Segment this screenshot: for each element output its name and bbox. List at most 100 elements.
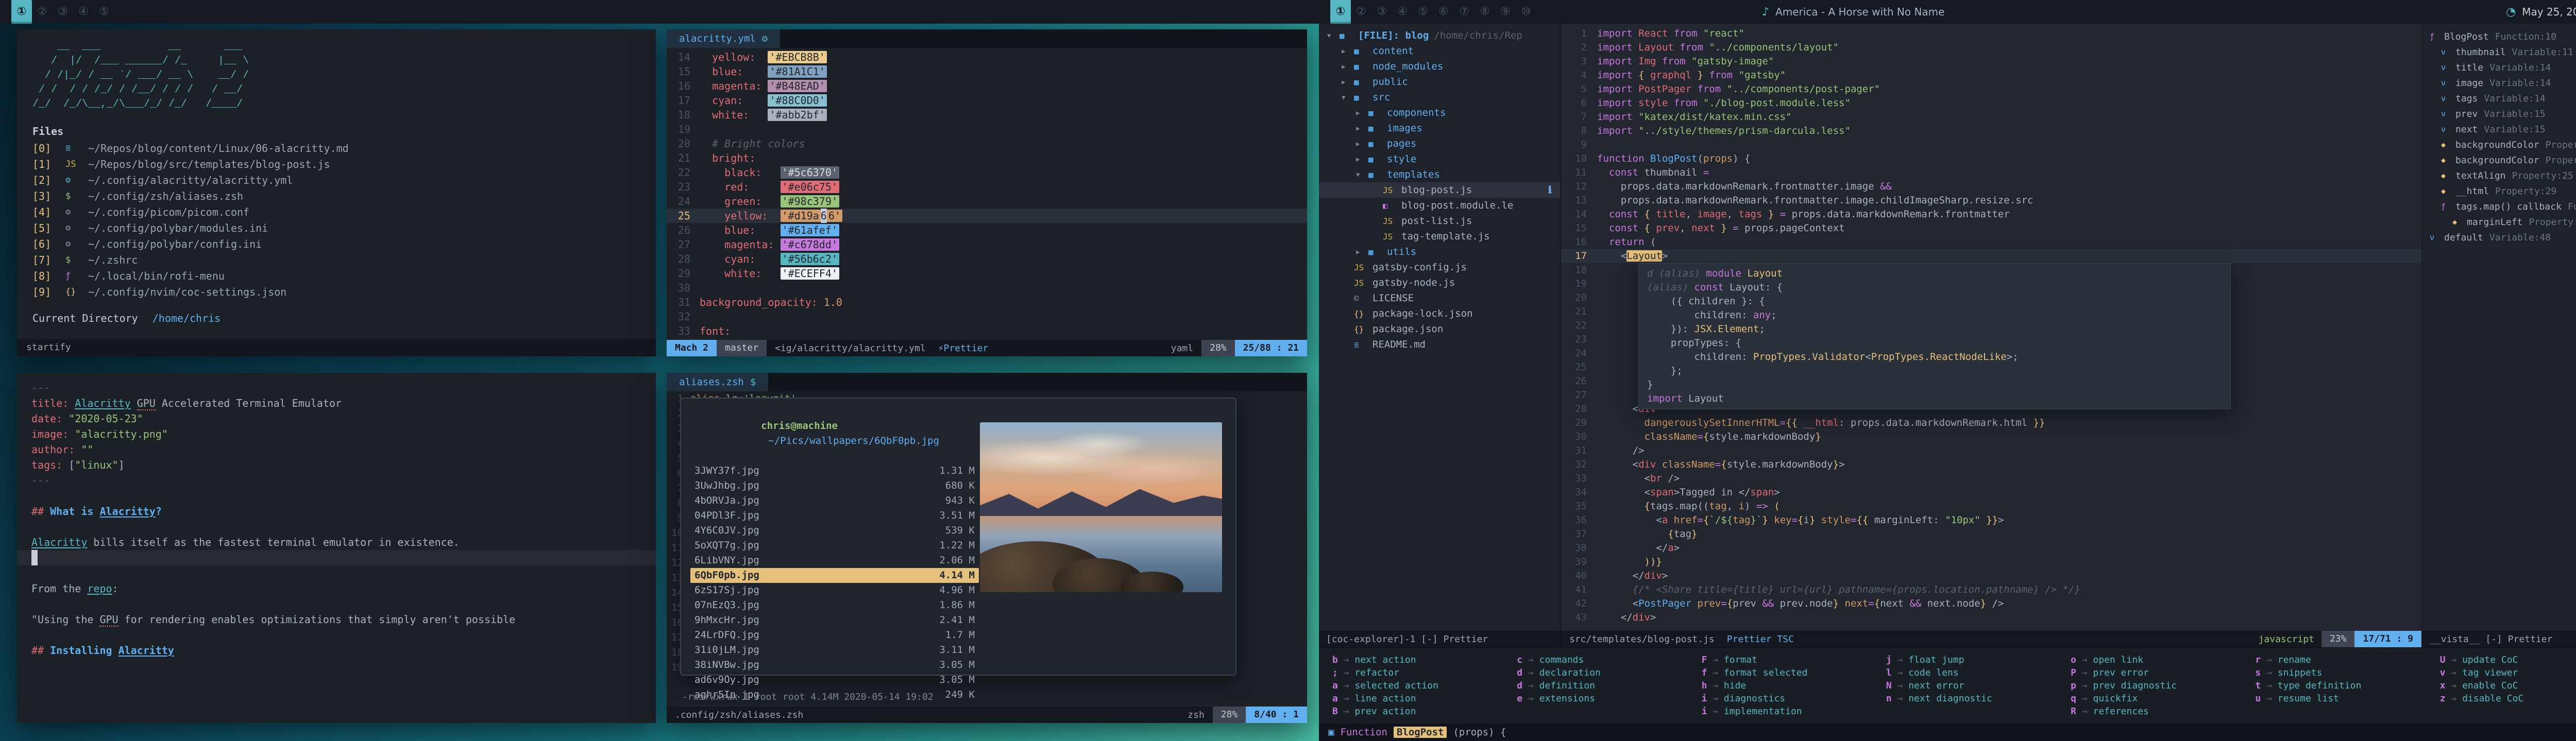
file-row[interactable]: 38iNVBw.jpg3.05 M	[690, 658, 979, 673]
yaml-line[interactable]: 29 white: '#ECEFF4'	[667, 266, 1307, 281]
which-key-binding[interactable]: l → code lens	[1886, 667, 2071, 680]
yaml-line[interactable]: 23 red: '#e06c75'	[667, 180, 1307, 194]
expander-icon[interactable]: ▸	[1355, 123, 1368, 134]
file-row[interactable]: 3UwJhbg.jpg680 K	[690, 478, 979, 493]
markdown-line[interactable]	[17, 565, 656, 581]
which-key-binding[interactable]: i → diagnostics	[1702, 693, 1886, 706]
code-line[interactable]: 38 </a>	[1561, 541, 2421, 555]
markdown-line[interactable]: tags: ["linux"]	[17, 457, 656, 473]
code-line[interactable]: 1import React from "react"	[1561, 27, 2421, 41]
explorer-item[interactable]: ▸■public	[1319, 74, 1560, 90]
markdown-line[interactable]: Alacritty bills itself as the fastest te…	[17, 535, 656, 550]
expander-icon[interactable]: ▸	[1341, 45, 1354, 57]
code-line[interactable]: 43 </div>	[1561, 611, 2421, 625]
which-key-binding[interactable]: d → definition	[1517, 680, 1701, 693]
file-row[interactable]: 24LrDFQ.jpg1.7 M	[690, 628, 979, 643]
vista-symbol[interactable]: ƒtags.map() callbackFunction:	[2430, 199, 2576, 214]
startify-entry[interactable]: [2]⚙~/.config/alacritty/alacritty.yml	[17, 173, 656, 188]
explorer-item[interactable]: ▸■node_modules	[1319, 59, 1560, 74]
which-key-binding[interactable]: i → implementation	[1702, 706, 1886, 719]
yaml-line[interactable]: 27 magenta: '#c678dd'	[667, 237, 1307, 252]
yaml-line[interactable]: 33font:	[667, 324, 1307, 338]
markdown-line[interactable]: "Using the GPU for rendering enables opt…	[17, 612, 656, 627]
code-line[interactable]: 13 props.data.markdownRemark.frontmatter…	[1561, 194, 2421, 208]
workspace-button-3[interactable]: ③	[1371, 0, 1392, 24]
file-row[interactable]: 07nEzQ3.jpg1.86 M	[690, 598, 979, 613]
yaml-line[interactable]: 16 magenta: '#B48EAD'	[667, 79, 1307, 93]
workspace-button-5[interactable]: ⑤	[1413, 0, 1433, 24]
code-line[interactable]: 33 <br />	[1561, 472, 2421, 486]
vista-symbol[interactable]: ◆__htmlProperty:29	[2430, 183, 2576, 199]
which-key-binding[interactable]: a → selected action	[1332, 680, 1517, 693]
workspace-button-10[interactable]: ⑩	[1516, 0, 1536, 24]
vista-symbol[interactable]: ƒBlogPostFunction:10	[2430, 29, 2576, 44]
vista-symbol[interactable]: νtitleVariable:14	[2430, 60, 2576, 75]
startify-entry[interactable]: [6]⚙~/.config/polybar/config.ini	[17, 236, 656, 252]
startify-entry[interactable]: [8]ƒ~/.local/bin/rofi-menu	[17, 268, 656, 284]
markdown-line[interactable]	[17, 488, 656, 504]
code-pane[interactable]: 1import React from "react"2import Layout…	[1561, 24, 2421, 631]
markdown-line[interactable]: ## What is Alacritty?	[17, 504, 656, 519]
code-line[interactable]: 29 dangerouslySetInnerHTML={{ __html: pr…	[1561, 416, 2421, 430]
markdown-line[interactable]: ## Installing Alacritty	[17, 643, 656, 658]
code-line[interactable]: 2import Layout from "../components/layou…	[1561, 41, 2421, 55]
file-row[interactable]: 04PDl3F.jpg3.51 M	[690, 508, 979, 523]
yaml-line[interactable]: 18 white: '#abb2bf'	[667, 108, 1307, 122]
code-line[interactable]: 36 <a href={`/${tag}`} key={i} style={{ …	[1561, 513, 2421, 527]
file-row[interactable]: ad6v9Oy.jpg3.05 M	[690, 673, 979, 687]
markdown-line[interactable]: From the repo:	[17, 581, 656, 596]
code-line[interactable]: 41 {/* <Share title={title} url={url} pa…	[1561, 583, 2421, 597]
which-key-binding[interactable]: v → tag viewer	[2440, 667, 2576, 680]
yaml-buffer[interactable]: 14 yellow: '#EBCB8B'15 blue: '#81A1C1'16…	[667, 48, 1307, 338]
code-line[interactable]: 16 return (	[1561, 235, 2421, 249]
tab-alacritty-yml[interactable]: alacritty.yml ⚙	[667, 29, 780, 48]
which-key-binding[interactable]: a → line action	[1332, 693, 1517, 706]
coc-explorer-pane[interactable]: ▾■[FILE]: blog/home/chris/Rep▸■content▸■…	[1319, 24, 1561, 631]
which-key-binding[interactable]: ; → refactor	[1332, 667, 1517, 680]
which-key-binding[interactable]: s → snippets	[2255, 667, 2439, 680]
which-key-binding[interactable]: d → declaration	[1517, 667, 1701, 680]
markdown-line[interactable]	[17, 519, 656, 535]
explorer-item[interactable]: JSgatsby-node.js	[1319, 275, 1560, 290]
explorer-item[interactable]: JSgatsby-config.js	[1319, 260, 1560, 275]
workspace-button-1[interactable]: ①	[1330, 0, 1351, 24]
file-row[interactable]: 9hMxcHr.jpg2.41 M	[690, 613, 979, 628]
expander-icon[interactable]: ▸	[1355, 246, 1368, 257]
markdown-window[interactable]: ---title: Alacritty GPU Accelerated Term…	[17, 373, 656, 723]
yaml-line[interactable]: 25 yellow: '#d19a66'	[667, 209, 1307, 223]
explorer-item[interactable]: ≣README.md	[1319, 337, 1560, 352]
explorer-item[interactable]: ▾■templates	[1319, 167, 1560, 182]
music-module[interactable]: ♪ America - A Horse with No Name	[1762, 0, 1944, 24]
which-key-binding[interactable]: R → references	[2071, 706, 2255, 719]
vista-symbol[interactable]: νnextVariable:15	[2430, 122, 2576, 137]
expander-icon[interactable]: ▸	[1341, 61, 1354, 72]
which-key-binding[interactable]: f → format selected	[1702, 667, 1886, 680]
file-row[interactable]: 6zS17Sj.jpg4.96 M	[690, 583, 979, 598]
workspace-button-4[interactable]: ④	[1392, 0, 1413, 24]
which-key-binding[interactable]: z → disable CoC	[2440, 693, 2576, 706]
markdown-line[interactable]: author: ""	[17, 442, 656, 457]
yaml-line[interactable]: 20 # Bright colors	[667, 136, 1307, 151]
expander-icon[interactable]: ▾	[1355, 169, 1368, 180]
code-line[interactable]: 30 className={style.markdownBody}	[1561, 430, 2421, 444]
workspace-button-2[interactable]: ②	[32, 0, 53, 24]
yaml-line[interactable]: 22 black: '#5c6370'	[667, 165, 1307, 180]
explorer-item[interactable]: ▾■[FILE]: blog/home/chris/Rep	[1319, 28, 1560, 43]
markdown-line[interactable]: ---	[17, 380, 656, 395]
which-key-binding[interactable]: B → prev action	[1332, 706, 1517, 719]
vista-symbol[interactable]: νprevVariable:15	[2430, 106, 2576, 122]
explorer-item[interactable]: JStag-template.js	[1319, 229, 1560, 244]
which-key-binding[interactable]: p → prev diagnostic	[2071, 680, 2255, 693]
workspace-button-2[interactable]: ②	[1351, 0, 1371, 24]
explorer-item[interactable]: ▾■src	[1319, 90, 1560, 105]
explorer-item[interactable]: ©LICENSE	[1319, 290, 1560, 306]
which-key-binding[interactable]: P → prev error	[2071, 667, 2255, 680]
markdown-line[interactable]: title: Alacritty GPU Accelerated Termina…	[17, 395, 656, 411]
markdown-buffer[interactable]: ---title: Alacritty GPU Accelerated Term…	[17, 373, 656, 658]
code-line[interactable]: 5import PostPager from "../components/po…	[1561, 82, 2421, 96]
which-key-binding[interactable]: h → hide	[1702, 680, 1886, 693]
code-line[interactable]: 3import Img from "gatsby-image"	[1561, 55, 2421, 68]
which-key-binding[interactable]: c → commands	[1517, 654, 1701, 667]
expander-icon[interactable]: ▸	[1341, 76, 1354, 88]
yaml-line[interactable]: 21 bright:	[667, 151, 1307, 165]
